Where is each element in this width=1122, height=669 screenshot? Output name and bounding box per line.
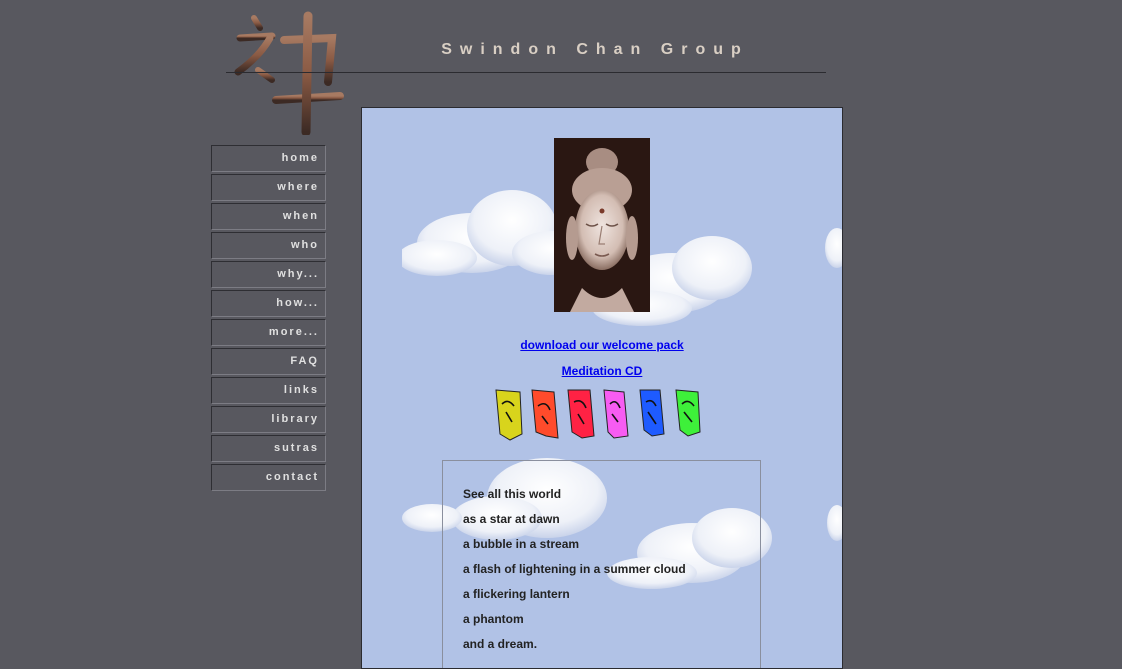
sidebar-nav: home where when who why... how... more..…: [211, 145, 326, 493]
nav-item-links[interactable]: links: [211, 377, 326, 404]
nav-item-more[interactable]: more...: [211, 319, 326, 346]
nav-item-faq[interactable]: FAQ: [211, 348, 326, 375]
nav-item-why[interactable]: why...: [211, 261, 326, 288]
buddha-head-image: [554, 138, 650, 312]
poem-line: a flash of lightening in a summer cloud: [463, 562, 686, 576]
nav-item-contact[interactable]: contact: [211, 464, 326, 491]
content-panel: download our welcome pack Meditation CD …: [361, 107, 843, 669]
nav-item-sutras[interactable]: sutras: [211, 435, 326, 462]
nav-item-how[interactable]: how...: [211, 290, 326, 317]
nav-item-home[interactable]: home: [211, 145, 326, 172]
poem-line: a phantom: [463, 612, 524, 626]
poem-line: See all this world: [463, 487, 562, 501]
nav-item-who[interactable]: who: [211, 232, 326, 259]
welcome-pack-link[interactable]: download our welcome pack: [362, 338, 842, 352]
site-title: Swindon Chan Group: [441, 41, 749, 58]
poem-line: and a dream.: [463, 637, 538, 651]
nav-item-library[interactable]: library: [211, 406, 326, 433]
header-divider: [226, 72, 826, 73]
meditation-cd-link[interactable]: Meditation CD: [362, 364, 842, 378]
poem-box: See all this world as a star at dawn a b…: [442, 460, 761, 668]
nav-item-when[interactable]: when: [211, 203, 326, 230]
prayer-flags-icon: [495, 389, 701, 441]
poem-line: a flickering lantern: [463, 587, 570, 601]
poem-line: as a star at dawn: [463, 512, 560, 526]
poem-line: a bubble in a stream: [463, 537, 580, 551]
nav-item-where[interactable]: where: [211, 174, 326, 201]
